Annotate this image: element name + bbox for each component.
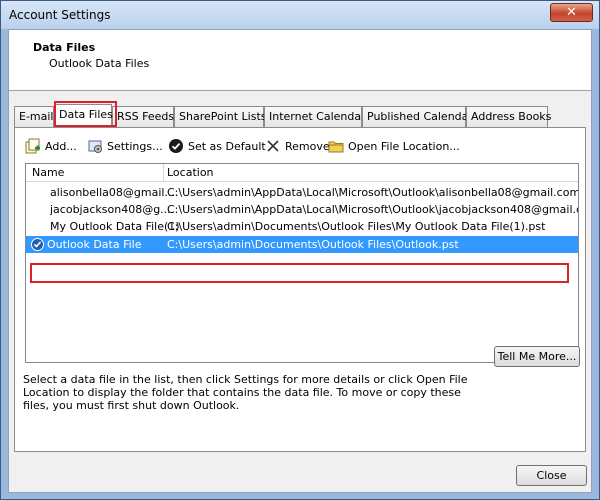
remove-x-icon: [265, 138, 281, 154]
table-row[interactable]: alisonbella08@gmail.... C:\Users\admin\A…: [26, 184, 578, 201]
header-panel: Data Files Outlook Data Files: [9, 30, 591, 91]
open-file-location-button[interactable]: Open File Location...: [328, 136, 460, 156]
row-name: Outlook Data File: [47, 238, 142, 251]
checkmark-circle-icon: [168, 138, 184, 154]
tell-me-more-button[interactable]: Tell Me More...: [494, 346, 580, 367]
close-button[interactable]: Close: [516, 465, 587, 486]
row-location: C:\Users\admin\Documents\Outlook Files\M…: [167, 220, 546, 233]
row-name: jacobjackson408@g...: [50, 203, 171, 216]
add-button[interactable]: Add...: [25, 136, 77, 156]
window-close-button[interactable]: ✕: [550, 3, 593, 22]
tab-address-books[interactable]: Address Books: [466, 106, 551, 127]
header-title: Data Files: [33, 41, 96, 54]
row-location: C:\Users\admin\Documents\Outlook Files\O…: [167, 238, 459, 251]
remove-button[interactable]: Remove: [265, 136, 330, 156]
default-check-icon: [31, 238, 44, 251]
row-location: C:\Users\admin\AppData\Local\Microsoft\O…: [167, 186, 578, 199]
tab-email[interactable]: E-mail: [14, 106, 54, 127]
description-text: Select a data file in the list, then cli…: [23, 373, 468, 412]
set-as-default-label: Set as Default: [188, 139, 266, 153]
account-settings-window: Account Settings ✕ Data Files Outlook Da…: [0, 0, 600, 500]
table-row[interactable]: My Outlook Data File(1) C:\Users\admin\D…: [26, 218, 578, 235]
dialog-client-area: Data Files Outlook Data Files E-mail Dat…: [8, 29, 592, 493]
settings-button-label: Settings...: [107, 139, 163, 153]
column-header-name[interactable]: Name: [32, 166, 64, 179]
highlight-box-tab: [54, 101, 117, 127]
row-location: C:\Users\admin\AppData\Local\Microsoft\O…: [167, 203, 578, 216]
row-name: alisonbella08@gmail....: [50, 186, 179, 199]
add-file-icon: [25, 138, 41, 154]
open-file-location-label: Open File Location...: [348, 139, 460, 153]
column-header-location[interactable]: Location: [167, 166, 214, 179]
settings-button[interactable]: Settings...: [87, 136, 163, 156]
remove-button-label: Remove: [285, 139, 330, 153]
column-separator[interactable]: [163, 164, 164, 182]
title-bar: Account Settings ✕: [1, 1, 599, 29]
tab-internet-calendars[interactable]: Internet Calendars: [264, 106, 371, 127]
list-header: Name Location: [26, 164, 578, 182]
highlight-box-row: [30, 263, 569, 283]
row-name: My Outlook Data File(1): [50, 220, 180, 233]
tab-sharepoint-lists[interactable]: SharePoint Lists: [174, 106, 267, 127]
window-title: Account Settings: [9, 8, 111, 22]
table-row-selected[interactable]: Outlook Data File C:\Users\admin\Documen…: [26, 236, 578, 253]
folder-icon: [328, 138, 344, 154]
table-row[interactable]: jacobjackson408@g... C:\Users\admin\AppD…: [26, 201, 578, 218]
add-button-label: Add...: [45, 139, 77, 153]
header-subtitle: Outlook Data Files: [49, 57, 150, 70]
tab-published-calendars[interactable]: Published Calendars: [362, 106, 479, 127]
tab-rss-feeds[interactable]: RSS Feeds: [112, 106, 174, 127]
set-as-default-button[interactable]: Set as Default: [168, 136, 266, 156]
settings-icon: [87, 138, 103, 154]
